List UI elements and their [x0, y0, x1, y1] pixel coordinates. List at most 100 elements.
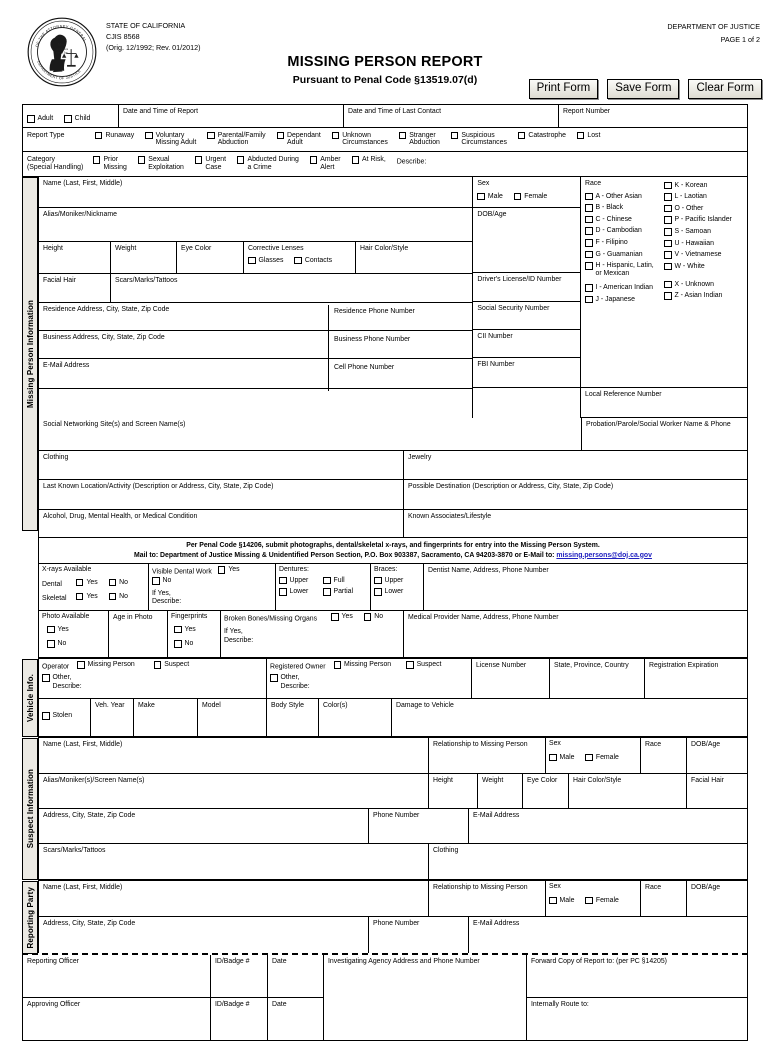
cell-suspect-weight[interactable]: Weight: [478, 774, 523, 810]
owner-missing-person[interactable]: Missing Person: [333, 661, 391, 670]
suspect-female-checkbox[interactable]: [585, 753, 593, 762]
cell-damage[interactable]: Damage to Vehicle: [392, 699, 747, 738]
unknown-circumstances-checkbox[interactable]: [331, 131, 340, 139]
stolen-checkbox-row[interactable]: Stolen: [42, 712, 72, 721]
race-g-checkbox[interactable]: [585, 250, 593, 259]
race-option-f[interactable]: F - Filipino: [585, 239, 664, 247]
cell-date-report[interactable]: Date and Time of Report: [119, 105, 344, 128]
cell-suspect-hair[interactable]: Hair Color/Style: [569, 774, 687, 810]
cell-suspect-email[interactable]: E-Mail Address: [469, 809, 747, 845]
cell-dentist[interactable]: Dentist Name, Address, Phone Number: [424, 564, 747, 612]
cell-missing-dob[interactable]: DOB/Age: [473, 208, 580, 274]
cell-missing-dl[interactable]: Driver's License/ID Number: [473, 273, 580, 303]
checkbox-female[interactable]: Female: [513, 192, 547, 202]
cell-colors[interactable]: Color(s): [319, 699, 392, 738]
cell-jewelry[interactable]: Jewelry: [404, 451, 747, 481]
race-j-checkbox[interactable]: [585, 295, 593, 304]
cell-local-reference[interactable]: Local Reference Number: [581, 388, 747, 419]
report-type-unknown-circumstances[interactable]: Unknown Circumstances: [331, 131, 388, 148]
clear-form-button[interactable]: Clear Form: [688, 79, 762, 99]
dental-no[interactable]: No: [108, 578, 128, 588]
owner-other-checkbox[interactable]: [270, 674, 278, 682]
race-option-w[interactable]: W - White: [664, 262, 745, 271]
stranger-abduction-checkbox[interactable]: [398, 131, 407, 139]
cell-suspect-scars[interactable]: Scars/Marks/Tattoos: [39, 844, 429, 881]
fingerprints-yes-checkbox[interactable]: [174, 625, 182, 634]
operator-suspect-checkbox[interactable]: [153, 661, 162, 669]
urgent-case-checkbox[interactable]: [194, 156, 203, 164]
report-type-parental-family-abduction[interactable]: Parental/Family Abduction: [207, 131, 266, 148]
cell-missing-cii[interactable]: CII Number: [473, 330, 580, 359]
checkbox-adult[interactable]: Adult: [27, 115, 53, 124]
dentures-upper[interactable]: Upper: [279, 576, 308, 586]
race-option-c[interactable]: C - Chinese: [585, 215, 664, 224]
checkbox-child[interactable]: Child: [64, 115, 90, 124]
cell-suspect-phone[interactable]: Phone Number: [369, 809, 469, 845]
cell-missing-eye-color[interactable]: Eye Color: [177, 242, 244, 275]
cell-missing-name[interactable]: Name (Last, First, Middle): [39, 177, 473, 209]
cell-missing-ssn[interactable]: Social Security Number: [473, 302, 580, 331]
report-type-suspicious-circumstances[interactable]: Suspicious Circumstances: [450, 131, 507, 148]
broken-bones-yes[interactable]: Yes: [331, 613, 353, 622]
glasses-checkbox[interactable]: [248, 256, 256, 265]
race-option-l[interactable]: L - Laotian: [664, 193, 745, 201]
race-option-b[interactable]: B - Black: [585, 204, 664, 212]
dentures-lower-checkbox[interactable]: [279, 588, 287, 596]
suspect-male[interactable]: Male: [549, 753, 574, 763]
cell-veh-year[interactable]: Veh. Year: [91, 699, 134, 738]
owner-suspect-checkbox[interactable]: [406, 661, 414, 669]
abducted-during-crime-checkbox[interactable]: [236, 156, 245, 164]
race-option-k[interactable]: K - Korean: [664, 181, 745, 190]
cell-missing-height[interactable]: Height: [39, 242, 111, 275]
skeletal-yes[interactable]: Yes: [75, 592, 98, 602]
cell-reporting-name[interactable]: Name (Last, First, Middle): [39, 881, 429, 918]
cell-report-number[interactable]: Report Number: [559, 105, 747, 128]
cell-reporting-officer-badge[interactable]: ID/Badge #: [211, 955, 268, 999]
owner-suspect[interactable]: Suspect: [406, 661, 441, 670]
owner-missing-person-checkbox[interactable]: [333, 661, 341, 669]
cell-last-known[interactable]: Last Known Location/Activity (Descriptio…: [39, 480, 404, 511]
race-x-checkbox[interactable]: [664, 280, 672, 289]
visible-dental-no-checkbox[interactable]: [152, 577, 160, 585]
skeletal-yes-checkbox[interactable]: [75, 592, 84, 601]
dentures-lower[interactable]: Lower: [279, 588, 308, 597]
category-amber-alert[interactable]: Amber Alert: [309, 156, 341, 172]
cell-missing-alias[interactable]: Alias/Moniker/Nickname: [39, 208, 473, 243]
contacts-checkbox[interactable]: [294, 256, 302, 265]
suspect-female[interactable]: Female: [585, 753, 619, 763]
cell-suspect-race[interactable]: Race: [641, 738, 687, 775]
cell-probation[interactable]: Probation/Parole/Social Worker Name & Ph…: [582, 418, 747, 452]
cell-approving-officer[interactable]: Approving Officer: [23, 998, 211, 1041]
report-type-dependant-adult[interactable]: Dependant Adult: [276, 131, 321, 148]
report-type-runaway[interactable]: Runaway: [94, 131, 134, 141]
cell-suspect-dob[interactable]: DOB/Age: [687, 738, 747, 775]
cell-possible-destination[interactable]: Possible Destination (Description or Add…: [404, 480, 747, 511]
cell-missing-hair[interactable]: Hair Color/Style: [356, 242, 473, 275]
race-option-o[interactable]: O - Other: [664, 204, 745, 213]
dependant-adult-checkbox[interactable]: [276, 131, 285, 139]
cell-reporting-email[interactable]: E-Mail Address: [469, 917, 747, 953]
cell-suspect-eye-color[interactable]: Eye Color: [523, 774, 569, 810]
race-option-v[interactable]: V - Vietnamese: [664, 251, 745, 259]
race-option-g[interactable]: G - Guamanian: [585, 250, 664, 259]
child-checkbox[interactable]: [64, 115, 72, 123]
dental-yes-checkbox[interactable]: [75, 578, 84, 587]
cell-reporting-race[interactable]: Race: [641, 881, 687, 918]
race-option-p[interactable]: P - Pacific Islander: [664, 216, 745, 224]
cell-make[interactable]: Make: [134, 699, 198, 738]
race-v-checkbox[interactable]: [664, 251, 672, 259]
checkbox-contacts[interactable]: Contacts: [294, 256, 332, 266]
race-u-checkbox[interactable]: [664, 239, 672, 248]
operator-missing-person-checkbox[interactable]: [77, 661, 85, 669]
race-option-h[interactable]: H - Hispanic, Latin, or Mexican: [585, 262, 664, 278]
reporting-female-checkbox[interactable]: [585, 896, 593, 905]
race-s-checkbox[interactable]: [664, 228, 672, 236]
skeletal-no[interactable]: No: [108, 592, 128, 602]
dentures-upper-checkbox[interactable]: [279, 576, 287, 585]
dentures-full-checkbox[interactable]: [323, 576, 331, 585]
braces-lower-checkbox[interactable]: [374, 588, 382, 596]
operator-suspect[interactable]: Suspect: [153, 661, 189, 670]
cell-reporting-address[interactable]: Address, City, State, Zip Code: [39, 917, 369, 954]
cell-investigating-agency-cont[interactable]: [324, 998, 527, 1041]
lost-checkbox[interactable]: [576, 131, 585, 139]
